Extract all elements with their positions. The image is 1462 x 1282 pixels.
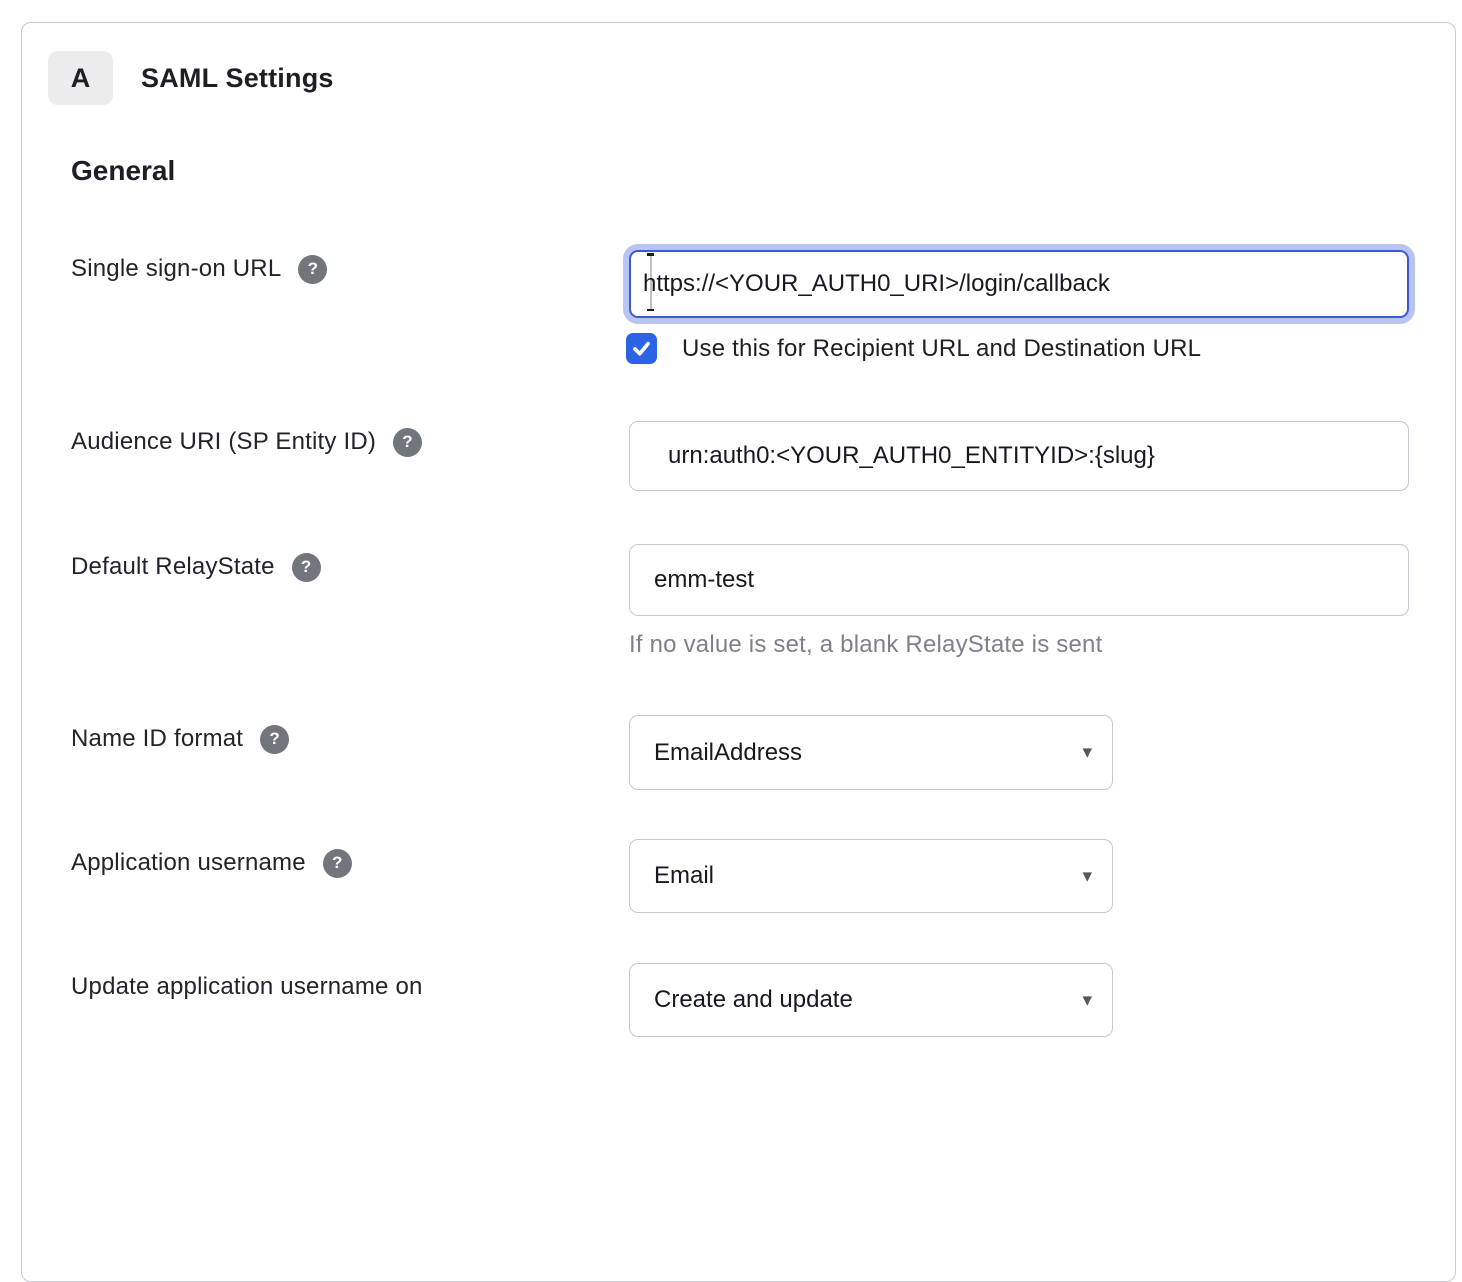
name-id-format-value: EmailAddress [654,739,802,767]
audience-uri-input[interactable] [629,421,1409,491]
section-title-general: General [71,155,175,187]
help-glyph: ? [269,724,280,754]
update-username-select[interactable]: Create and update ▾ [629,963,1113,1037]
name-id-format-label-row: Name ID format ? [71,724,289,754]
update-username-label-row: Update application username on [71,972,423,1002]
help-icon[interactable]: ? [298,255,327,284]
help-icon[interactable]: ? [393,428,422,457]
update-username-label: Update application username on [71,972,423,1002]
sso-url-label-row: Single sign-on URL ? [71,254,327,284]
help-glyph: ? [402,427,413,457]
chevron-down-icon: ▾ [1082,743,1092,762]
help-glyph: ? [301,552,312,582]
step-badge: A [48,51,113,105]
audience-uri-label: Audience URI (SP Entity ID) [71,427,376,457]
step-badge-letter: A [71,63,91,94]
saml-settings-card: A SAML Settings General Single sign-on U… [21,22,1456,1282]
card-header: A SAML Settings [48,51,334,105]
update-username-value: Create and update [654,986,853,1014]
recipient-url-checkbox-row: Use this for Recipient URL and Destinati… [626,333,1201,364]
sso-url-input[interactable] [629,250,1409,318]
name-id-format-label: Name ID format [71,724,243,754]
chevron-down-icon: ▾ [1082,867,1092,886]
sso-url-label: Single sign-on URL [71,254,281,284]
app-username-value: Email [654,862,714,890]
app-username-select[interactable]: Email ▾ [629,839,1113,913]
relay-state-hint: If no value is set, a blank RelayState i… [629,631,1102,659]
relay-state-input[interactable] [629,544,1409,616]
help-icon[interactable]: ? [292,553,321,582]
help-icon[interactable]: ? [323,849,352,878]
page-title: SAML Settings [141,63,334,94]
help-glyph: ? [308,254,319,284]
app-username-label-row: Application username ? [71,848,352,878]
name-id-format-select[interactable]: EmailAddress ▾ [629,715,1113,790]
app-username-label: Application username [71,848,306,878]
audience-uri-label-row: Audience URI (SP Entity ID) ? [71,427,422,457]
relay-state-label-row: Default RelayState ? [71,552,321,582]
chevron-down-icon: ▾ [1082,991,1092,1010]
recipient-url-checkbox[interactable] [626,333,657,364]
recipient-url-checkbox-label: Use this for Recipient URL and Destinati… [682,335,1201,363]
relay-state-label: Default RelayState [71,552,275,582]
help-icon[interactable]: ? [260,725,289,754]
help-glyph: ? [332,848,343,878]
checkmark-icon [631,338,652,359]
